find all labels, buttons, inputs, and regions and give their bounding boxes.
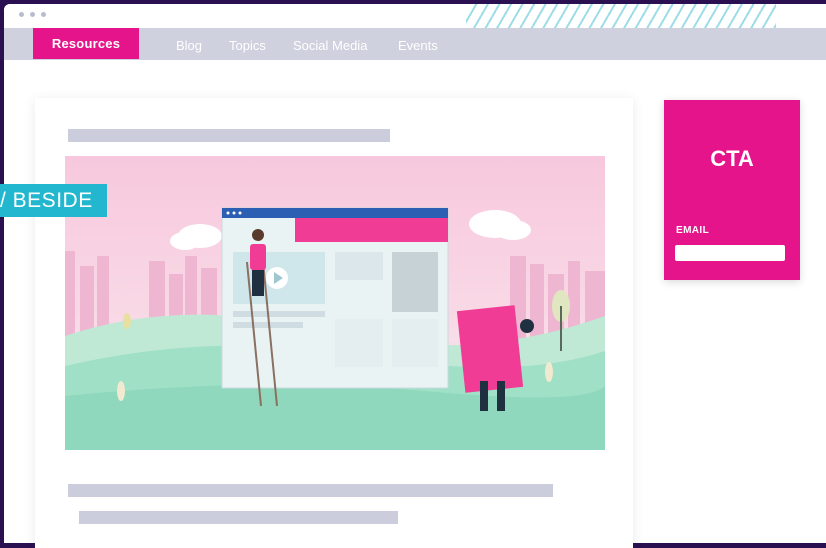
email-input[interactable] — [675, 245, 785, 261]
text-placeholder-line — [68, 484, 553, 497]
window-dot-icon — [19, 12, 24, 17]
nav-item-events[interactable]: Events — [398, 38, 438, 53]
window-dot-icon — [41, 12, 46, 17]
cta-panel: CTA EMAIL — [664, 100, 800, 280]
website-building-illustration — [65, 207, 605, 450]
cta-title: CTA — [710, 146, 754, 171]
nav-item-social-media[interactable]: Social Media — [293, 38, 367, 53]
email-label: EMAIL — [676, 225, 710, 236]
text-placeholder-line — [79, 511, 398, 524]
beside-badge: / BESIDE — [0, 184, 107, 217]
nav-item-topics[interactable]: Topics — [229, 38, 266, 53]
hero-illustration — [65, 156, 605, 450]
heading-placeholder — [68, 129, 390, 142]
nav-item-resources[interactable]: Resources — [33, 28, 139, 59]
window-dot-icon — [30, 12, 35, 17]
nav-item-blog[interactable]: Blog — [176, 38, 202, 53]
